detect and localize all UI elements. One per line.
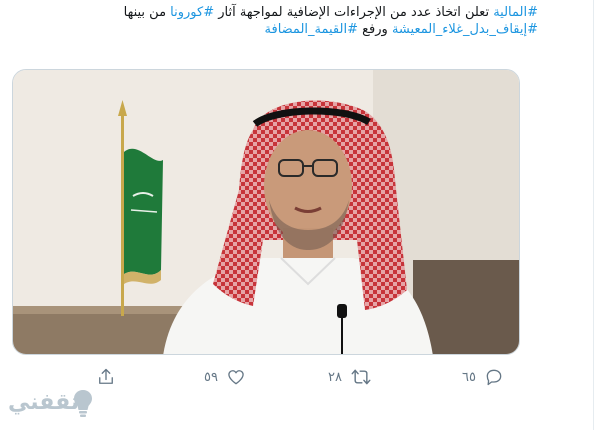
hashtag-finance[interactable]: #المالية: [493, 5, 538, 20]
tweet-text-segment: ورفع: [357, 22, 392, 37]
site-watermark: ثقفني: [8, 386, 98, 426]
reply-button[interactable]: ٦٥: [462, 364, 504, 390]
lapel-microphone: [337, 304, 347, 318]
video-thumbnail[interactable]: [12, 69, 520, 355]
retweet-icon: [350, 367, 372, 387]
tweet-line-2: #إيقاف_بدل_غلاء_المعيشة ورفع #القيمة_الم…: [18, 21, 538, 38]
timeline-border: [593, 0, 594, 430]
tweet-actions: ٦٥ ٢٨ ٥٩: [80, 364, 530, 390]
saudi-flag: [124, 148, 163, 275]
retweet-count: ٢٨: [328, 369, 342, 385]
tweet-text-segment: تعلن اتخاذ عدد من الإجراءات الإضافية لمو…: [214, 5, 494, 20]
like-button[interactable]: ٥٩: [204, 364, 246, 390]
retweet-button[interactable]: ٢٨: [328, 364, 372, 390]
hashtag-vat[interactable]: #القيمة_المضافة: [265, 22, 358, 37]
tweet-text: #المالية تعلن اتخاذ عدد من الإجراءات الإ…: [18, 4, 538, 38]
like-count: ٥٩: [204, 369, 218, 385]
heart-icon: [226, 367, 246, 387]
tweet-card: #المالية تعلن اتخاذ عدد من الإجراءات الإ…: [0, 0, 614, 430]
reply-icon: [484, 367, 504, 387]
tweet-text-segment: من بينها: [123, 5, 171, 20]
share-icon: [96, 367, 116, 387]
hashtag-cost-of-living[interactable]: #إيقاف_بدل_غلاء_المعيشة: [392, 22, 538, 37]
share-button[interactable]: [96, 364, 116, 390]
watermark-text: ثقفني: [8, 390, 80, 415]
reply-count: ٦٥: [462, 369, 476, 385]
tweet-line-1: #المالية تعلن اتخاذ عدد من الإجراءات الإ…: [18, 4, 538, 21]
video-frame-image: [13, 70, 519, 354]
hashtag-corona[interactable]: #كورونا: [170, 5, 214, 20]
